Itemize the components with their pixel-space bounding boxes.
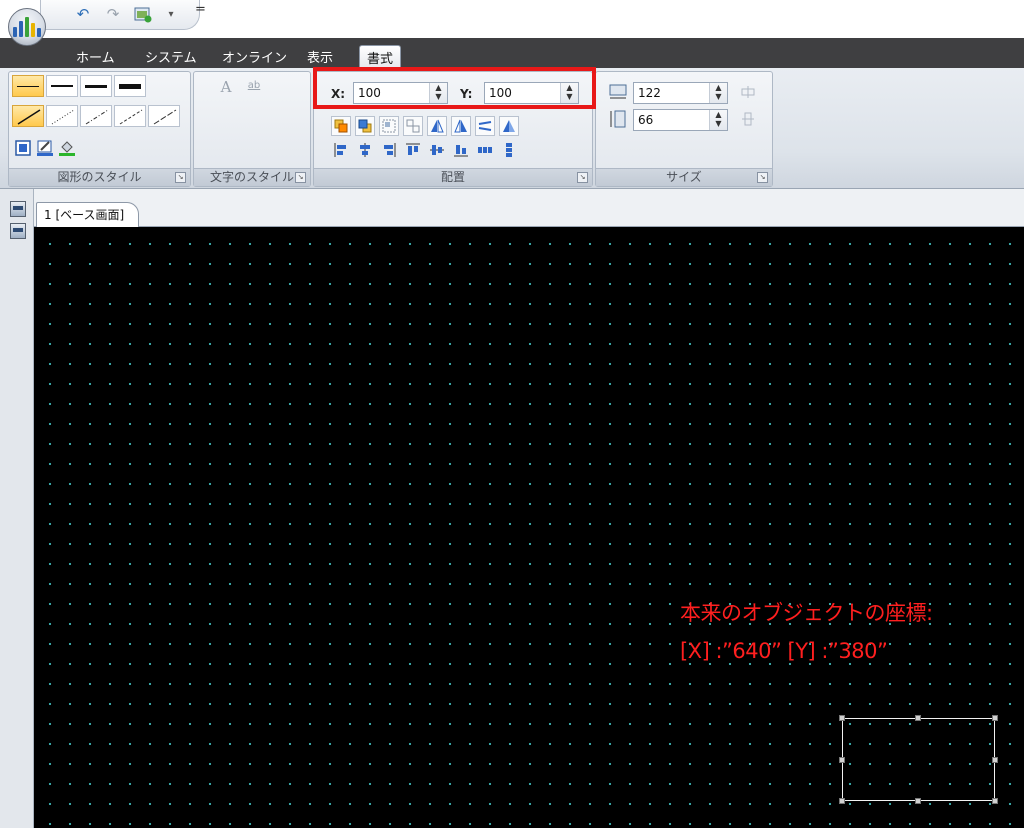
flip-horizontal-icon[interactable] [427,116,447,136]
size-launcher-icon[interactable]: ↘ [757,172,768,183]
resize-handle-w[interactable] [839,757,845,763]
width-value: 122 [638,86,661,100]
height-icon [608,109,628,129]
resize-handle-se[interactable] [992,798,998,804]
dash-solid-button[interactable] [12,105,44,127]
flip-vertical-icon[interactable] [451,116,471,136]
text-style-launcher-icon[interactable]: ↘ [295,172,306,183]
bring-front-icon[interactable] [331,116,351,136]
qat-customize-button[interactable]: = [195,2,206,17]
new-screen-icon[interactable] [133,4,153,24]
selected-object[interactable] [839,715,998,804]
shape-style-launcher-icon[interactable]: ↘ [175,172,186,183]
width-icon [608,82,628,102]
line-color-icon[interactable] [35,138,55,158]
paint-bucket-icon[interactable] [57,138,77,158]
tab-home[interactable]: ホーム [76,47,115,66]
tab-view[interactable]: 表示 [307,47,333,66]
group-shape-style: 図形のスタイル ↘ [8,71,191,187]
resize-handle-sw[interactable] [839,798,845,804]
undo-icon[interactable]: ↶ [73,4,93,24]
rotate-right-icon[interactable] [499,116,519,136]
width-spin-arrows-icon[interactable]: ▲ ▼ [709,83,727,103]
distribute-horizontal-icon[interactable] [475,140,495,160]
application-menu-button[interactable] [8,8,46,46]
annotation-title: 本来のオブジェクトの座標: [680,601,933,625]
line-width-heavy-button[interactable] [114,75,146,97]
width-lock-icon[interactable] [738,82,758,102]
group-arrange-label: 配置 [314,168,592,186]
line-width-thick-button[interactable] [80,75,112,97]
resize-handle-ne[interactable] [992,715,998,721]
group-size: 122 ▲ ▼ 66 ▲ ▼ サイズ ↘ [595,71,773,187]
ribbon-tab-strip: ホーム システム オンライン 表示 書式 [0,38,1024,68]
dash-longdash-button[interactable] [148,105,180,127]
resize-handle-e[interactable] [992,757,998,763]
rotate-left-icon[interactable] [475,116,495,136]
tab-system[interactable]: システム [145,47,197,66]
height-spin-arrows-icon[interactable]: ▲ ▼ [709,110,727,130]
font-color-icon[interactable]: A [216,77,236,97]
resize-handle-n[interactable] [915,715,921,721]
annotation-coordinates: [X] :”640” [Y] :”380” [680,639,888,663]
screen-list-icon[interactable] [10,201,26,217]
send-back-icon[interactable] [355,116,375,136]
group-text-style: A ab 文字のスタイル ↘ [193,71,311,187]
width-field[interactable]: 122 ▲ ▼ [633,82,728,104]
tab-format[interactable]: 書式 [359,45,402,68]
height-field[interactable]: 66 ▲ ▼ [633,109,728,131]
line-width-medium-button[interactable] [46,75,78,97]
document-tab-bar: 1 [ベース画面] [34,189,1024,227]
group-size-label: サイズ [596,168,772,186]
dash-dotted-button[interactable] [46,105,78,127]
resize-handle-s[interactable] [915,798,921,804]
align-top-icon[interactable] [403,140,423,160]
redo-icon[interactable]: ↷ [103,4,123,24]
resize-handle-nw[interactable] [839,715,845,721]
align-middle-icon[interactable] [427,140,447,160]
tab-online[interactable]: オンライン [222,47,287,66]
quick-access-toolbar: ↶ ↷ ▾ [40,0,200,30]
position-highlight-box [313,67,596,109]
dash-dashdot-button[interactable] [80,105,112,127]
title-bar: ↶ ↷ ▾ = [0,0,1024,38]
distribute-vertical-icon[interactable] [499,140,519,160]
fill-color-icon[interactable] [13,138,33,158]
app-logo-icon [13,17,41,37]
group-text-style-label: 文字のスタイル [194,168,310,186]
ribbon: 図形のスタイル ↘ A ab 文字のスタイル ↘ X: 100 ▲ ▼ Y: 10… [0,67,1024,189]
height-value: 66 [638,113,654,127]
dash-dashed-button[interactable] [114,105,146,127]
line-width-thin-button[interactable] [12,75,44,97]
height-lock-icon[interactable] [738,109,758,129]
align-left-icon[interactable] [331,140,351,160]
group-icon[interactable] [379,116,399,136]
align-center-icon[interactable] [355,140,375,160]
screen-window-icon[interactable] [10,223,26,239]
align-bottom-icon[interactable] [451,140,471,160]
tab-base-screen[interactable]: 1 [ベース画面] [36,202,140,227]
align-right-icon[interactable] [379,140,399,160]
left-tool-strip [0,189,34,828]
text-format-icon[interactable]: ab [244,75,264,95]
arrange-launcher-icon[interactable]: ↘ [577,172,588,183]
ungroup-icon[interactable] [403,116,423,136]
qat-more-icon[interactable]: ▾ [161,4,181,24]
group-shape-style-label: 図形のスタイル [9,168,190,186]
